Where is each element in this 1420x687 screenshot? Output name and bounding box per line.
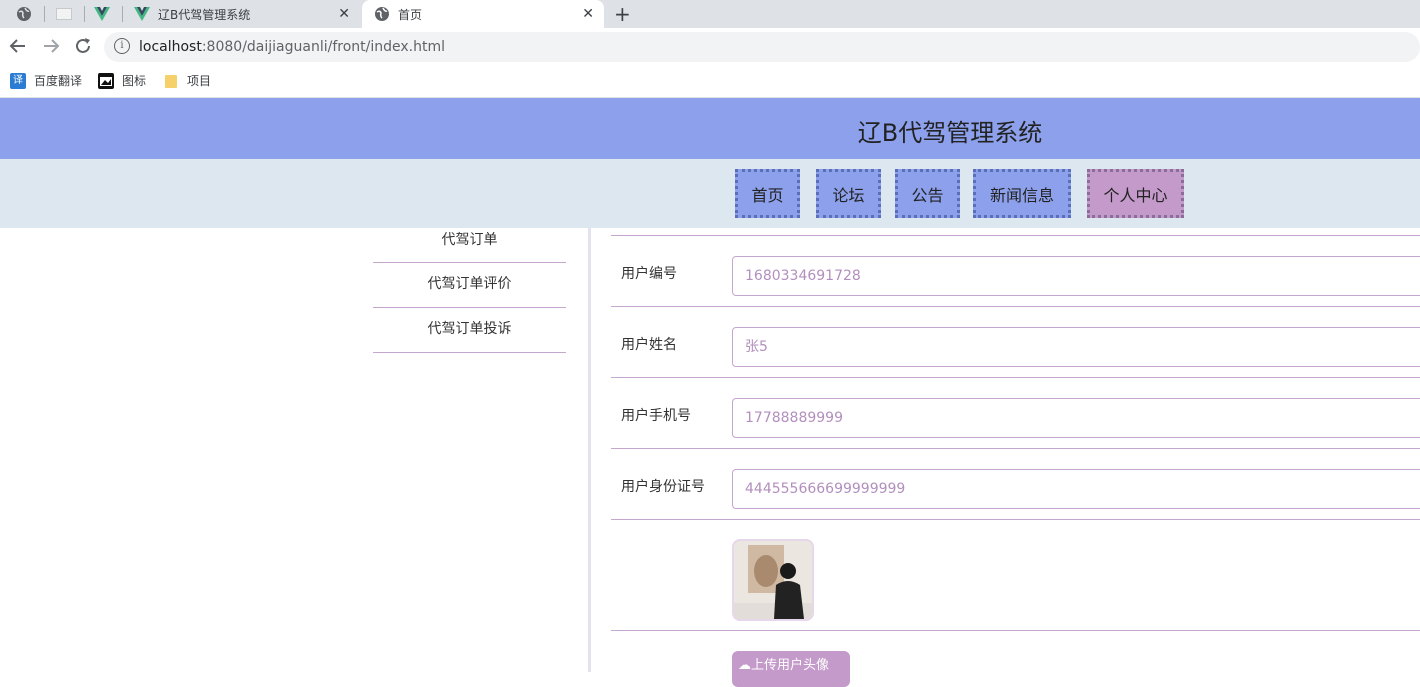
bookmark-label: 项目: [187, 74, 212, 88]
row-divider: [611, 630, 1420, 631]
blank-tab-icon[interactable]: [54, 4, 74, 24]
tab-title: 首页: [398, 7, 423, 22]
row-divider: [611, 448, 1420, 449]
vue-tab-icon[interactable]: [92, 4, 112, 24]
row-divider: [611, 519, 1420, 520]
upload-avatar-label: 上传用户头像: [751, 658, 830, 673]
close-tab-icon[interactable]: ✕: [338, 6, 350, 22]
image-icon: [98, 72, 114, 89]
nav-item-news[interactable]: 新闻信息: [973, 169, 1071, 218]
forward-arrow-icon[interactable]: [42, 37, 60, 60]
new-tab-icon[interactable]: +: [614, 2, 631, 26]
upload-avatar-button[interactable]: ☁上传用户头像: [732, 651, 850, 687]
row-divider: [611, 377, 1420, 378]
bookmark-label: 百度翻译: [34, 74, 83, 88]
tab-title: 辽B代驾管理系统: [158, 7, 251, 22]
field-label-user-phone: 用户手机号: [621, 408, 691, 424]
address-bar[interactable]: i localhost:8080/daijiaguanli/front/inde…: [104, 32, 1420, 62]
nav-item-forum[interactable]: 论坛: [816, 169, 881, 218]
user-name-input[interactable]: 张5: [732, 327, 1420, 367]
sidebar-item-order-reviews[interactable]: 代驾订单评价: [373, 263, 566, 308]
folder-icon: [163, 73, 179, 89]
back-arrow-icon[interactable]: [9, 37, 27, 60]
field-label-user-id-card: 用户身份证号: [621, 479, 705, 495]
tab-separator: [84, 6, 85, 22]
vue-icon: [134, 7, 150, 21]
row-divider: [611, 235, 1420, 236]
user-id-card-input[interactable]: 444555666699999999: [732, 469, 1420, 509]
browser-tab-strip: 辽B代驾管理系统 ✕ 首页 ✕ +: [0, 0, 1420, 28]
globe-tab-icon[interactable]: [14, 4, 34, 24]
reload-icon[interactable]: [74, 37, 92, 60]
user-phone-input[interactable]: 17788889999: [732, 398, 1420, 438]
nav-item-home[interactable]: 首页: [735, 169, 800, 218]
bookmark-project[interactable]: 项目: [163, 72, 211, 89]
tab-home[interactable]: 首页 ✕: [362, 0, 604, 28]
main-nav: 首页 论坛 公告 新闻信息 个人中心: [0, 159, 1420, 228]
nav-item-personal-center[interactable]: 个人中心: [1087, 169, 1184, 218]
bookmarks-bar: 译 百度翻译 图标 项目: [0, 66, 1420, 98]
user-id-input[interactable]: 1680334691728: [732, 256, 1420, 296]
column-divider: [588, 228, 591, 672]
translate-icon: 译: [10, 72, 26, 89]
nav-item-notice[interactable]: 公告: [895, 169, 960, 218]
user-avatar: [732, 539, 814, 621]
tab-separator: [44, 6, 45, 22]
row-divider: [611, 306, 1420, 307]
site-header: 辽B代驾管理系统: [0, 98, 1420, 159]
site-title: 辽B代驾管理系统: [857, 119, 1043, 147]
bookmark-label: 图标: [122, 74, 147, 88]
globe-icon: [375, 7, 389, 21]
info-icon[interactable]: i: [114, 38, 130, 54]
field-label-user-name: 用户姓名: [621, 337, 677, 353]
bookmark-icons[interactable]: 图标: [98, 72, 146, 89]
field-label-user-id: 用户编号: [621, 266, 677, 282]
tab-separator: [122, 6, 123, 22]
cloud-upload-icon: ☁: [738, 658, 751, 673]
tab-admin-system[interactable]: 辽B代驾管理系统 ✕: [126, 0, 360, 28]
close-tab-icon[interactable]: ✕: [582, 6, 594, 22]
sidebar-item-orders[interactable]: 代驾订单: [373, 228, 566, 263]
bookmark-baidu-translate[interactable]: 译 百度翻译: [10, 72, 82, 89]
browser-toolbar: i localhost:8080/daijiaguanli/front/inde…: [0, 28, 1420, 66]
address-url: localhost:8080/daijiaguanli/front/index.…: [139, 39, 445, 55]
sidebar-item-order-complaints[interactable]: 代驾订单投诉: [373, 308, 566, 353]
